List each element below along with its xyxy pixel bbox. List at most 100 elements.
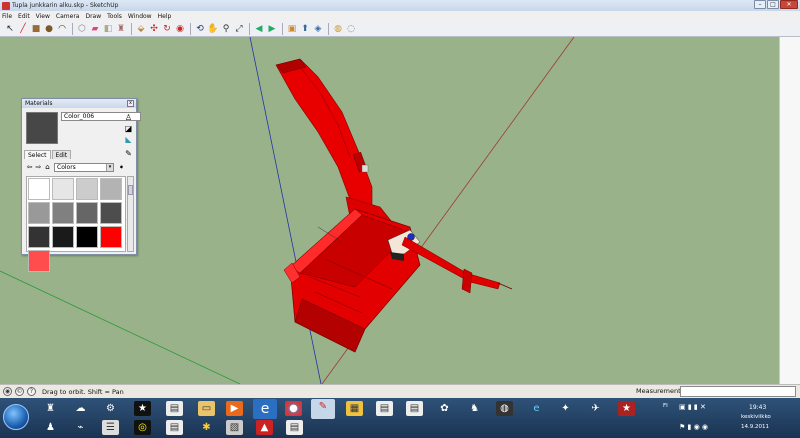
swatch-scrollbar[interactable] — [127, 176, 134, 252]
clock-time[interactable]: 19:43 — [749, 404, 766, 411]
menu-draw[interactable]: Draw — [85, 13, 101, 20]
measurements-input[interactable] — [680, 386, 796, 397]
taskbar-app-11-icon[interactable]: ✈ — [587, 401, 604, 416]
create-material-icon[interactable]: ♙ — [124, 113, 133, 122]
taskbar-media-icon[interactable]: ▶ — [226, 401, 243, 416]
taskbar-app-10-icon[interactable]: ✦ — [557, 401, 574, 416]
color-swatch[interactable] — [28, 250, 50, 272]
taskbar-app-17-icon[interactable]: ▤ — [166, 420, 183, 435]
sample-paint-icon[interactable]: ✎ — [124, 149, 133, 158]
menu-help[interactable]: Help — [158, 13, 172, 20]
taskbar-app-13-icon[interactable]: ♟ — [42, 420, 59, 435]
google-earth-tool-icon[interactable]: ◍ — [332, 23, 344, 35]
paint-bucket-tool-icon[interactable]: ♜ — [115, 23, 127, 35]
taskbar-chrome-icon[interactable]: ● — [285, 401, 302, 416]
tab-select[interactable]: Select — [24, 150, 51, 159]
color-swatch[interactable] — [28, 202, 50, 224]
taskbar-app-14-icon[interactable]: ⌁ — [72, 420, 89, 435]
push-pull-tool-icon[interactable]: ⬙ — [135, 23, 147, 35]
taskbar-ie2-icon[interactable]: e — [528, 401, 545, 416]
next-view-tool-icon[interactable]: ▶ — [266, 23, 278, 35]
color-swatch[interactable] — [28, 178, 50, 200]
taskbar-folder-icon[interactable]: ▭ — [198, 401, 215, 416]
color-swatch[interactable] — [52, 178, 74, 200]
maximize-button[interactable]: □ — [767, 0, 779, 9]
taskbar-star-icon[interactable]: ★ — [134, 401, 151, 416]
circle-tool-icon[interactable]: ● — [43, 23, 55, 35]
google-earth-export-tool-icon[interactable]: ◌ — [345, 23, 357, 35]
tray-icons-row-2[interactable]: ⚑ ▮ ◉ ◉ — [679, 423, 708, 431]
taskbar-app-3-icon[interactable]: ⚙ — [102, 401, 119, 416]
offset-tool-icon[interactable]: ◉ — [174, 23, 186, 35]
arc-tool-icon[interactable]: ◠ — [56, 23, 68, 35]
color-swatch[interactable] — [28, 226, 50, 248]
menu-camera[interactable]: Camera — [56, 13, 80, 20]
rectangle-tool-icon[interactable]: ■ — [30, 23, 42, 35]
taskbar-app-4-icon[interactable]: ▦ — [346, 401, 363, 416]
get-models-tool-icon[interactable]: ▣ — [286, 23, 298, 35]
menu-view[interactable]: View — [36, 13, 50, 20]
library-dropdown[interactable]: Colors ▾ — [54, 162, 114, 172]
taskbar-app-1-icon[interactable]: ♜ — [42, 401, 59, 416]
color-swatch[interactable] — [52, 226, 74, 248]
taskbar-app-6-icon[interactable]: ▤ — [406, 401, 423, 416]
color-swatch[interactable] — [52, 202, 74, 224]
clock-date[interactable]: 14.9.2011 — [741, 424, 769, 430]
taskbar-ie-icon[interactable]: e — [253, 399, 277, 419]
zoom-tool-icon[interactable]: ⚲ — [220, 23, 232, 35]
taskbar-app-12-icon[interactable]: ★ — [618, 401, 635, 416]
menu-edit[interactable]: Edit — [18, 13, 30, 20]
clock-day[interactable]: keskiviikko — [741, 414, 771, 420]
materials-close-button[interactable]: x — [127, 100, 134, 107]
color-swatch[interactable] — [76, 226, 98, 248]
taskbar-app-19-icon[interactable]: ▧ — [226, 420, 243, 435]
taskbar-app-7-icon[interactable]: ✿ — [436, 401, 453, 416]
pan-tool-icon[interactable]: ✋ — [207, 23, 219, 35]
color-swatch[interactable] — [76, 178, 98, 200]
share-model-tool-icon[interactable]: ⬆ — [299, 23, 311, 35]
line-tool-icon[interactable]: ╱ — [17, 23, 29, 35]
tray-icons-row-1[interactable]: ▣ ▮ ▮ ✕ — [679, 403, 706, 411]
taskbar-app-2-icon[interactable]: ☁ — [72, 401, 89, 416]
back-arrow-icon[interactable]: ⇦ — [25, 163, 34, 172]
home-icon[interactable]: ⌂ — [43, 163, 52, 172]
credits-icon[interactable]: © — [15, 387, 24, 396]
taskbar-app-8-icon[interactable]: ♞ — [466, 401, 483, 416]
taskbar-app-15-icon[interactable]: ☰ — [102, 420, 119, 435]
taskbar-app-9-icon[interactable]: ◍ — [496, 401, 513, 416]
menu-tools[interactable]: Tools — [107, 13, 122, 20]
start-button[interactable] — [3, 404, 29, 430]
share-component-tool-icon[interactable]: ◈ — [312, 23, 324, 35]
move-tool-icon[interactable]: ✣ — [148, 23, 160, 35]
menu-window[interactable]: Window — [128, 13, 152, 20]
taskbar-app-16-icon[interactable]: ◎ — [134, 420, 151, 435]
zoom-extents-tool-icon[interactable]: ⤢ — [233, 23, 245, 35]
help-icon[interactable]: ? — [27, 387, 36, 396]
taskbar-app-5-icon[interactable]: ▤ — [376, 401, 393, 416]
color-swatch[interactable] — [100, 226, 122, 248]
taskbar-pdf-icon[interactable]: ▲ — [256, 420, 273, 435]
color-swatch[interactable] — [76, 202, 98, 224]
color-swatch[interactable] — [100, 178, 122, 200]
forward-arrow-icon[interactable]: ⇨ — [34, 163, 43, 172]
tape-measure-tool-icon[interactable]: ◧ — [102, 23, 114, 35]
previous-view-tool-icon[interactable]: ◀ — [253, 23, 265, 35]
tab-edit[interactable]: Edit — [51, 150, 72, 159]
taskbar-document-icon[interactable]: ▤ — [166, 401, 183, 416]
select-tool-icon[interactable]: ↖ — [4, 23, 16, 35]
rotate-tool-icon[interactable]: ↻ — [161, 23, 173, 35]
taskbar-app-20-icon[interactable]: ▤ — [286, 420, 303, 435]
color-swatch[interactable] — [100, 202, 122, 224]
display-secondary-pane-icon[interactable]: ◪ — [124, 124, 133, 133]
geo-location-icon[interactable]: ◉ — [3, 387, 12, 396]
language-indicator[interactable]: FI — [663, 403, 668, 409]
orbit-tool-icon[interactable]: ⟲ — [194, 23, 206, 35]
taskbar-sketchup-icon[interactable]: ✎ — [311, 399, 335, 419]
swatch-scrollbar-thumb[interactable] — [128, 185, 133, 195]
menu-file[interactable]: File — [2, 13, 12, 20]
details-arrow-icon[interactable]: ➧ — [117, 163, 126, 172]
close-button[interactable]: ✕ — [780, 0, 798, 9]
minimize-button[interactable]: – — [754, 0, 766, 9]
materials-panel-title[interactable]: Materials x — [22, 99, 136, 108]
make-component-tool-icon[interactable]: ⬡ — [76, 23, 88, 35]
